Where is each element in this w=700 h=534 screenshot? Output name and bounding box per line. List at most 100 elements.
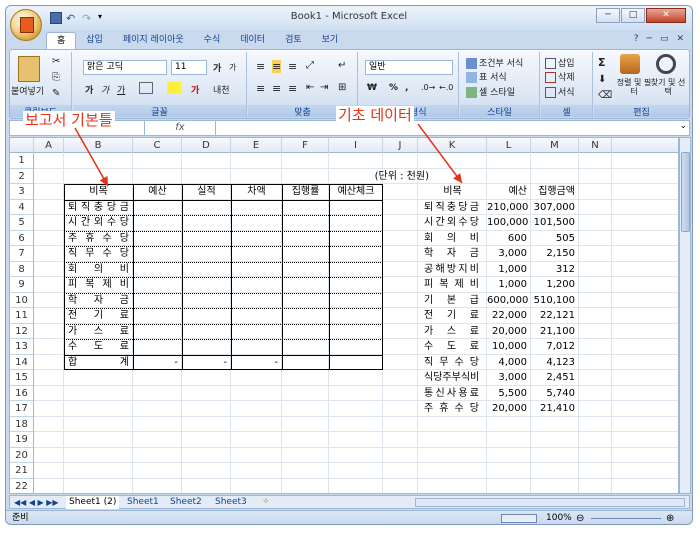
italic-button[interactable]: 가 bbox=[101, 83, 109, 96]
report-header-1[interactable]: 예산 bbox=[133, 184, 182, 200]
insert-sheet-icon[interactable]: ✧ bbox=[262, 496, 270, 509]
row-header-2[interactable]: 2 bbox=[10, 168, 34, 184]
row-header-12[interactable]: 12 bbox=[10, 323, 34, 339]
tab-0[interactable]: 홈 bbox=[46, 32, 77, 50]
column-header-F[interactable]: F bbox=[282, 138, 329, 153]
align-middle-icon[interactable]: ≡ bbox=[272, 60, 282, 73]
data-budget[interactable]: 1,000 bbox=[487, 262, 527, 278]
border-icon[interactable] bbox=[139, 82, 153, 94]
report-item[interactable]: 직무수당 bbox=[68, 246, 129, 262]
clear-icon[interactable]: ⌫ bbox=[598, 90, 612, 101]
decrease-indent-icon[interactable]: ⇤ bbox=[306, 82, 314, 93]
data-budget[interactable]: 5,500 bbox=[487, 386, 527, 402]
row-header-16[interactable]: 16 bbox=[10, 385, 34, 401]
report-header-4[interactable]: 집행률 bbox=[282, 184, 329, 200]
data-budget[interactable]: 600,000 bbox=[487, 293, 528, 309]
data-header-item[interactable]: 비목 bbox=[418, 184, 487, 200]
row-header-10[interactable]: 10 bbox=[10, 292, 34, 308]
expand-formula-icon[interactable]: ⌄ bbox=[679, 121, 687, 131]
column-header-J[interactable]: J bbox=[383, 138, 418, 153]
data-header-exec[interactable]: 집행금액 bbox=[531, 184, 575, 200]
data-item[interactable]: 수도료 bbox=[424, 339, 479, 355]
customize-qat-icon[interactable]: ▾ bbox=[98, 12, 110, 24]
row-header-4[interactable]: 4 bbox=[10, 199, 34, 215]
row-header-19[interactable]: 19 bbox=[10, 432, 34, 448]
row-header-8[interactable]: 8 bbox=[10, 261, 34, 277]
report-total-value[interactable]: - bbox=[231, 355, 278, 371]
data-budget[interactable]: 10,000 bbox=[487, 339, 527, 355]
report-item[interactable]: 피복제비 bbox=[68, 277, 129, 293]
column-header-I[interactable]: I bbox=[329, 138, 383, 153]
cut-icon[interactable]: ✂ bbox=[52, 56, 60, 67]
data-item[interactable]: 퇴직충당금 bbox=[424, 200, 479, 216]
data-budget[interactable]: 3,000 bbox=[487, 246, 527, 262]
table-format-button[interactable]: 표 서식 bbox=[466, 70, 507, 83]
close-button[interactable]: ✕ bbox=[646, 8, 686, 23]
data-item[interactable]: 기본급 bbox=[424, 293, 479, 309]
comma-button[interactable]: , bbox=[405, 83, 408, 93]
office-button[interactable] bbox=[10, 9, 42, 41]
data-exec[interactable]: 1,200 bbox=[531, 277, 575, 293]
data-item[interactable]: 피복제비 bbox=[424, 277, 479, 293]
conditional-format-button[interactable]: 조건부 서식 bbox=[466, 56, 523, 69]
wrap-text-icon[interactable]: ↵ bbox=[338, 60, 346, 71]
insert-cells-button[interactable]: 삽입 bbox=[545, 56, 575, 69]
data-budget[interactable]: 4,000 bbox=[487, 355, 527, 371]
currency-button[interactable]: ₩ bbox=[367, 83, 377, 93]
percent-button[interactable]: % bbox=[389, 83, 398, 93]
row-header-18[interactable]: 18 bbox=[10, 416, 34, 432]
sheet-tab-0[interactable]: Sheet1 (2) bbox=[66, 496, 120, 509]
data-exec[interactable]: 21,410 bbox=[531, 401, 575, 417]
row-header-15[interactable]: 15 bbox=[10, 370, 34, 386]
align-top-icon[interactable]: ≡ bbox=[256, 60, 265, 73]
worksheet-grid[interactable]: ABCDEFIJKLMN 1 2 3 4 5 6 7 8 9 10 11 12 13 14 15 16 17 18… bbox=[9, 137, 679, 494]
report-item[interactable]: 퇴직충당금 bbox=[68, 200, 129, 216]
data-exec[interactable]: 22,121 bbox=[531, 308, 575, 324]
horizontal-scrollbar[interactable] bbox=[415, 498, 685, 507]
zoom-in-icon[interactable]: ⊕ bbox=[666, 511, 674, 524]
tab-4[interactable]: 데이터 bbox=[230, 32, 275, 50]
grow-font-button[interactable]: 가 bbox=[213, 61, 221, 74]
phonetic-button[interactable]: 내천 bbox=[213, 83, 230, 96]
data-header-budget[interactable]: 예산 bbox=[487, 184, 527, 200]
scroll-thumb[interactable] bbox=[681, 152, 690, 232]
row-header-9[interactable]: 9 bbox=[10, 277, 34, 293]
data-exec[interactable]: 312 bbox=[531, 262, 575, 278]
report-header-2[interactable]: 실적 bbox=[182, 184, 231, 200]
report-total-value[interactable]: - bbox=[182, 355, 227, 371]
tab-2[interactable]: 페이지 레이아웃 bbox=[113, 32, 194, 50]
bold-button[interactable]: 가 bbox=[85, 83, 93, 96]
report-item[interactable]: 수도료 bbox=[68, 339, 129, 355]
row-header-3[interactable]: 3 bbox=[10, 184, 34, 200]
increase-indent-icon[interactable]: ⇥ bbox=[320, 82, 328, 93]
merge-center-icon[interactable]: ⊞ bbox=[338, 82, 346, 93]
data-item[interactable]: 시간외수당 bbox=[424, 215, 479, 231]
report-header-5[interactable]: 예산체크 bbox=[329, 184, 383, 200]
fill-color-icon[interactable] bbox=[167, 82, 181, 94]
report-item[interactable]: 주휴수당 bbox=[68, 231, 129, 247]
data-exec[interactable]: 307,000 bbox=[531, 200, 575, 216]
sheet-tab-2[interactable]: Sheet2 bbox=[170, 496, 202, 509]
paste-button[interactable]: 붙여넣기 bbox=[11, 84, 44, 97]
vertical-scrollbar[interactable] bbox=[679, 137, 691, 494]
data-budget[interactable]: 22,000 bbox=[487, 308, 527, 324]
sort-filter-icon[interactable] bbox=[620, 54, 640, 74]
font-color-button[interactable]: 가 bbox=[191, 83, 199, 96]
tab-3[interactable]: 수식 bbox=[194, 32, 231, 50]
column-header-E[interactable]: E bbox=[231, 138, 282, 153]
orientation-icon[interactable]: ⤢ bbox=[306, 60, 314, 71]
data-item[interactable]: 직무수당 bbox=[424, 355, 479, 371]
sheet-tab-3[interactable]: Sheet3 bbox=[215, 496, 247, 509]
cell-style-button[interactable]: 셀 스타일 bbox=[466, 85, 515, 98]
data-exec[interactable]: 2,150 bbox=[531, 246, 575, 262]
row-header-1[interactable]: 1 bbox=[10, 153, 34, 169]
column-header-M[interactable]: M bbox=[531, 138, 579, 153]
fx-icon[interactable]: fx bbox=[150, 121, 210, 135]
report-item[interactable]: 회의비 bbox=[68, 262, 129, 278]
data-exec[interactable]: 4,123 bbox=[531, 355, 575, 371]
select-all-corner[interactable] bbox=[10, 138, 34, 153]
data-item[interactable]: 통신사용료 bbox=[424, 386, 479, 402]
row-header-5[interactable]: 5 bbox=[10, 215, 34, 231]
delete-cells-button[interactable]: 삭제 bbox=[545, 70, 575, 83]
shrink-font-button[interactable]: 가 bbox=[229, 62, 236, 73]
